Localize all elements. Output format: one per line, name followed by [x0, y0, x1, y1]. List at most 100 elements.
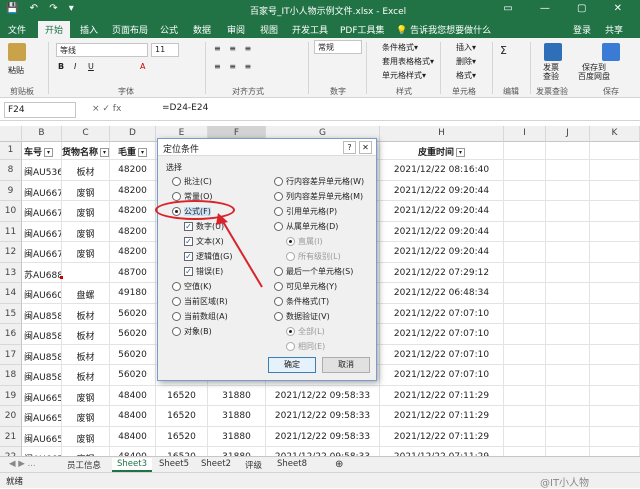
header-cell[interactable]: 车号 ▾	[22, 142, 62, 160]
table-cell[interactable]: 闽AU667	[22, 201, 62, 222]
table-cell[interactable]: 56020	[110, 365, 156, 386]
row-header[interactable]: 16	[0, 324, 22, 345]
checkbox-text[interactable]: ✓ 文本(X)	[184, 236, 224, 247]
table-cell[interactable]: 闽AU858	[22, 324, 62, 345]
italic-icon[interactable]: I	[74, 62, 76, 71]
row-header[interactable]: 18	[0, 365, 22, 386]
paste-icon[interactable]	[8, 43, 26, 61]
header-cell[interactable]: 毛重 ▾	[110, 142, 156, 160]
table-cell[interactable]	[590, 303, 640, 324]
table-cell[interactable]	[504, 365, 546, 386]
table-cell[interactable]	[504, 426, 546, 447]
table-cell[interactable]	[504, 242, 546, 263]
column-header[interactable]: K	[590, 126, 640, 142]
table-cell[interactable]: 废钢	[62, 385, 110, 406]
table-cell[interactable]: 48700	[110, 262, 156, 283]
sheet-tab-rating[interactable]: 评级	[240, 458, 267, 472]
option-dependents[interactable]: 从属单元格(D)	[274, 221, 338, 232]
table-cell[interactable]	[546, 283, 590, 304]
table-cell[interactable]: 48400	[110, 406, 156, 427]
align-icons-row2[interactable]: ≡ ≡ ≡	[214, 62, 254, 71]
row-header[interactable]: 1	[0, 142, 22, 160]
table-cell[interactable]: 2021/12/22 07:07:10	[380, 324, 504, 345]
number-format-select[interactable]: 常规	[314, 40, 362, 54]
filter-dropdown-icon[interactable]: ▾	[138, 148, 147, 157]
delete-cells-button[interactable]: 删除▾	[456, 56, 476, 67]
select-all-corner[interactable]	[0, 126, 22, 142]
header-cell[interactable]	[504, 142, 546, 160]
table-cell[interactable]: 56020	[110, 344, 156, 365]
tab-developer[interactable]: 开发工具	[292, 23, 328, 36]
table-cell[interactable]	[504, 262, 546, 283]
checkbox-errors[interactable]: ✓ 错误(E)	[184, 266, 223, 277]
table-cell[interactable]: 2021/12/22 07:11:29	[380, 447, 504, 456]
option-conditional-formats[interactable]: 条件格式(T)	[274, 296, 329, 307]
table-cell[interactable]: 49180	[110, 283, 156, 304]
table-cell[interactable]: 闽AU660	[22, 283, 62, 304]
header-cell[interactable]	[546, 142, 590, 160]
table-cell[interactable]	[590, 344, 640, 365]
table-cell[interactable]	[546, 262, 590, 283]
table-cell[interactable]	[62, 262, 110, 283]
table-cell[interactable]: 48200	[110, 160, 156, 181]
font-size-select[interactable]: 11	[151, 43, 179, 57]
tab-file[interactable]: 文件	[8, 23, 26, 36]
table-cell[interactable]: 闽AU858	[22, 344, 62, 365]
table-cell[interactable]: 16520	[156, 385, 208, 406]
window-controls[interactable]: ▭ — ▢ ✕	[503, 3, 634, 14]
cancel-button[interactable]: 取消	[322, 357, 370, 373]
table-cell[interactable]: 31880	[208, 426, 266, 447]
table-cell[interactable]: 2021/12/22 09:20:44	[380, 180, 504, 201]
table-cell[interactable]	[590, 324, 640, 345]
tab-formulas[interactable]: 公式	[160, 23, 178, 36]
sum-icon[interactable]: Σ	[500, 44, 507, 57]
table-cell[interactable]: 31880	[208, 385, 266, 406]
option-column-differences[interactable]: 列内容差异单元格(M)	[274, 191, 363, 202]
row-header[interactable]: 22	[0, 447, 22, 456]
table-cell[interactable]: 废钢	[62, 242, 110, 263]
table-cell[interactable]	[504, 324, 546, 345]
close-button[interactable]: ✕	[359, 141, 372, 154]
row-header[interactable]: 15	[0, 303, 22, 324]
table-cell[interactable]: 48200	[110, 242, 156, 263]
column-header[interactable]: B	[22, 126, 62, 142]
tab-view[interactable]: 视图	[260, 23, 278, 36]
table-cell[interactable]	[504, 344, 546, 365]
invoice-check-icon[interactable]	[544, 43, 562, 61]
sheet-tab-sheet3[interactable]: Sheet3	[112, 458, 152, 472]
table-cell[interactable]: 2021/12/22 09:58:33	[266, 426, 380, 447]
table-cell[interactable]	[590, 221, 640, 242]
tell-me-search[interactable]: 💡 告诉我您想要做什么	[396, 23, 491, 36]
cell-styles-button[interactable]: 单元格样式▾	[382, 70, 426, 81]
row-header[interactable]: 17	[0, 344, 22, 365]
table-cell[interactable]: 2021/12/22 07:11:29	[380, 385, 504, 406]
option-precedents[interactable]: 引用单元格(P)	[274, 206, 337, 217]
save-to-baidu-button[interactable]: 保存到 百度网盘	[578, 63, 610, 81]
sheet-tab-sheet2[interactable]: Sheet2	[196, 458, 236, 472]
filter-dropdown-icon[interactable]: ▾	[100, 148, 109, 157]
table-cell[interactable]	[504, 447, 546, 456]
table-cell[interactable]: 2021/12/22 08:16:40	[380, 160, 504, 181]
option-current-region[interactable]: 当前区域(R)	[172, 296, 228, 307]
table-cell[interactable]: 56020	[110, 324, 156, 345]
table-cell[interactable]	[504, 160, 546, 181]
underline-icon[interactable]: U	[88, 62, 94, 71]
format-cells-button[interactable]: 格式▾	[456, 70, 476, 81]
table-cell[interactable]	[546, 303, 590, 324]
table-cell[interactable]: 闽AU665	[22, 426, 62, 447]
table-cell[interactable]: 2021/12/22 07:11:29	[380, 406, 504, 427]
row-header[interactable]: 13	[0, 262, 22, 283]
add-sheet-icon[interactable]: ⊕	[330, 458, 348, 472]
row-header[interactable]: 19	[0, 385, 22, 406]
bold-icon[interactable]: B	[58, 62, 64, 71]
option-current-array[interactable]: 当前数组(A)	[172, 311, 228, 322]
formula-bar-buttons[interactable]: × ✓ fx	[92, 104, 121, 114]
table-cell[interactable]	[590, 283, 640, 304]
option-visible-cells[interactable]: 可见单元格(Y)	[274, 281, 337, 292]
table-cell[interactable]: 闽AU665	[22, 385, 62, 406]
tab-pdf-tools[interactable]: PDF工具集	[340, 23, 385, 36]
table-cell[interactable]	[504, 201, 546, 222]
table-cell[interactable]: 2021/12/22 09:20:44	[380, 242, 504, 263]
checkbox-numbers[interactable]: ✓ 数字(U)	[184, 221, 224, 232]
table-cell[interactable]: 48200	[110, 180, 156, 201]
